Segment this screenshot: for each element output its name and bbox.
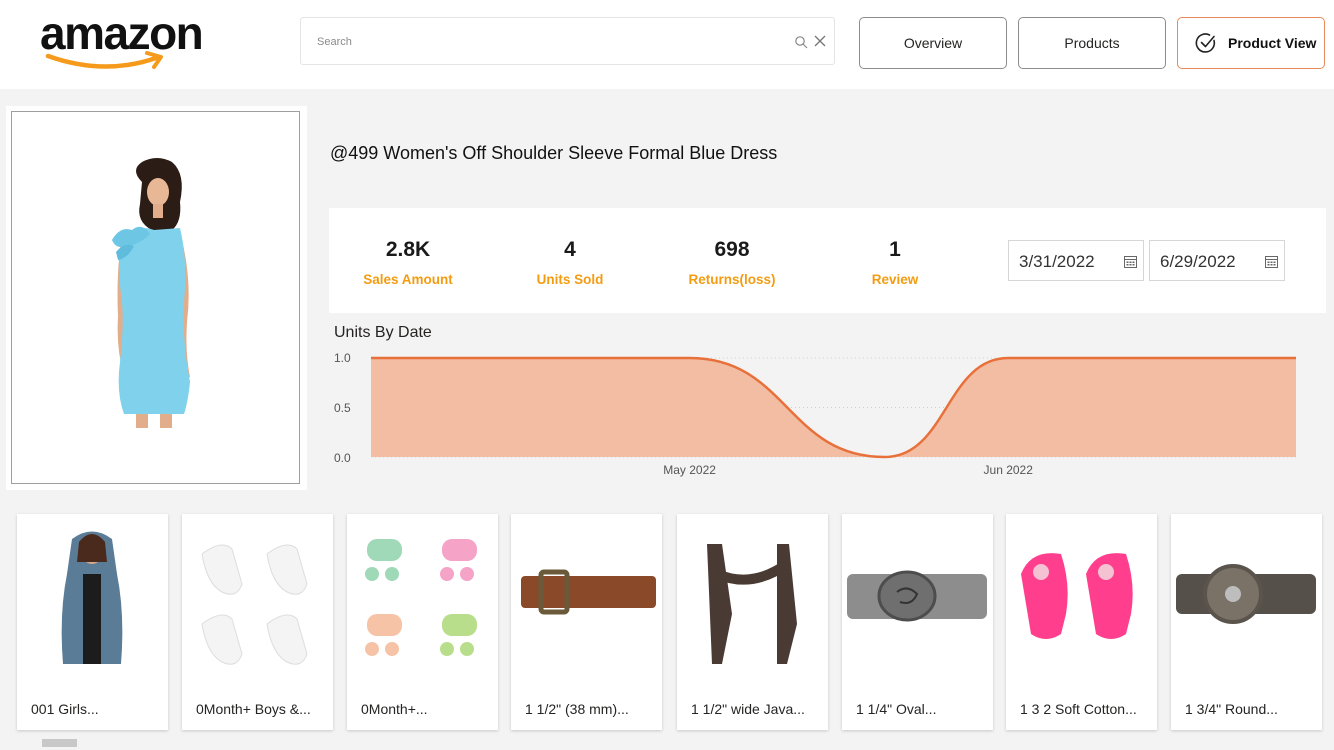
units-by-date-chart: 1.0 0.5 0.0 May 2022 Jun 2022 <box>329 342 1326 482</box>
kpi-label: Review <box>871 272 919 287</box>
kpi-card: 2.8K Sales Amount 4 Units Sold 698 Retur… <box>329 208 1326 313</box>
product-card-caption: 001 Girls... <box>31 701 99 717</box>
product-card[interactable]: 1 1/4" Oval... <box>842 514 993 730</box>
product-image-panel <box>6 106 307 490</box>
product-title: @499 Women's Off Shoulder Sleeve Formal … <box>330 143 778 163</box>
search-input[interactable] <box>317 32 777 52</box>
kpi-sales-amount: 2.8K Sales Amount <box>333 238 483 287</box>
product-card[interactable]: 1 1/2" wide Java... <box>677 514 828 730</box>
start-date-picker[interactable]: 3/31/2022 <box>1008 240 1144 281</box>
product-card[interactable]: 1 1/2" (38 mm)... <box>511 514 662 730</box>
product-card[interactable]: 001 Girls... <box>17 514 168 730</box>
end-date-value: 6/29/2022 <box>1160 252 1236 271</box>
horizontal-scrollbar[interactable] <box>42 739 77 747</box>
product-card-caption: 1 1/4" Oval... <box>856 701 937 717</box>
product-card-caption: 0Month+ Boys &... <box>196 701 311 717</box>
nav-products-button[interactable]: Products <box>1018 17 1166 69</box>
search-box[interactable] <box>300 17 835 65</box>
product-card-caption: 1 1/2" (38 mm)... <box>525 701 629 717</box>
nav-product-view-button[interactable]: Product View <box>1177 17 1325 69</box>
product-image-frame <box>11 111 300 484</box>
nav-overview-button[interactable]: Overview <box>859 17 1007 69</box>
nav-product-view-label: Product View <box>1228 35 1317 51</box>
check-circle-icon <box>1195 33 1216 53</box>
product-card-caption: 1 1/2" wide Java... <box>691 701 805 717</box>
product-card-image <box>707 544 797 664</box>
kpi-value: 1 <box>889 238 901 261</box>
kpi-review: 1 Review <box>820 238 970 287</box>
product-card-image <box>61 531 123 664</box>
product-card[interactable]: 1 3/4" Round... <box>1171 514 1322 730</box>
calendar-icon[interactable] <box>1265 255 1278 268</box>
chart-title: Units By Date <box>334 324 432 341</box>
product-card[interactable]: 0Month+... <box>347 514 498 730</box>
product-card-caption: 0Month+... <box>361 701 428 717</box>
product-card[interactable]: 1 3 2 Soft Cotton... <box>1006 514 1157 730</box>
y-tick-label: 0.5 <box>334 401 351 415</box>
product-card[interactable]: 0Month+ Boys &... <box>182 514 333 730</box>
search-icon[interactable] <box>794 35 808 49</box>
nav-overview-label: Overview <box>903 35 963 51</box>
kpi-value: 4 <box>564 238 576 261</box>
kpi-units-sold: 4 Units Sold <box>495 238 645 287</box>
x-tick-label: May 2022 <box>663 463 716 477</box>
start-date-value: 3/31/2022 <box>1019 252 1095 271</box>
kpi-label: Units Sold <box>536 272 604 287</box>
product-card-image <box>1021 553 1133 639</box>
y-tick-label: 0.0 <box>334 451 351 465</box>
smile-arrow-icon <box>45 51 163 69</box>
product-card-image <box>521 569 656 615</box>
kpi-value: 2.8K <box>385 238 431 261</box>
chart-area-fill <box>371 358 1296 457</box>
close-icon[interactable] <box>812 33 828 49</box>
kpi-label: Sales Amount <box>363 272 453 287</box>
y-tick-label: 1.0 <box>334 351 351 365</box>
kpi-label: Returns(loss) <box>688 272 776 287</box>
kpi-returns: 698 Returns(loss) <box>657 238 807 287</box>
nav-products-label: Products <box>1064 35 1120 51</box>
kpi-value: 698 <box>714 238 750 261</box>
top-bar: amazon Overview Products Product View <box>0 0 1334 89</box>
x-tick-label: Jun 2022 <box>984 463 1034 477</box>
amazon-logo[interactable]: amazon <box>40 7 236 74</box>
product-card-image <box>1176 564 1316 624</box>
product-image <box>112 158 190 428</box>
chart-svg: 1.0 0.5 0.0 May 2022 Jun 2022 <box>334 351 1296 477</box>
end-date-picker[interactable]: 6/29/2022 <box>1149 240 1285 281</box>
product-card-image <box>847 570 987 622</box>
product-card-caption: 1 3 2 Soft Cotton... <box>1020 701 1137 717</box>
product-card-image <box>201 544 308 665</box>
product-card-caption: 1 3/4" Round... <box>1185 701 1278 717</box>
product-card-image <box>365 539 477 656</box>
calendar-icon[interactable] <box>1124 255 1137 268</box>
